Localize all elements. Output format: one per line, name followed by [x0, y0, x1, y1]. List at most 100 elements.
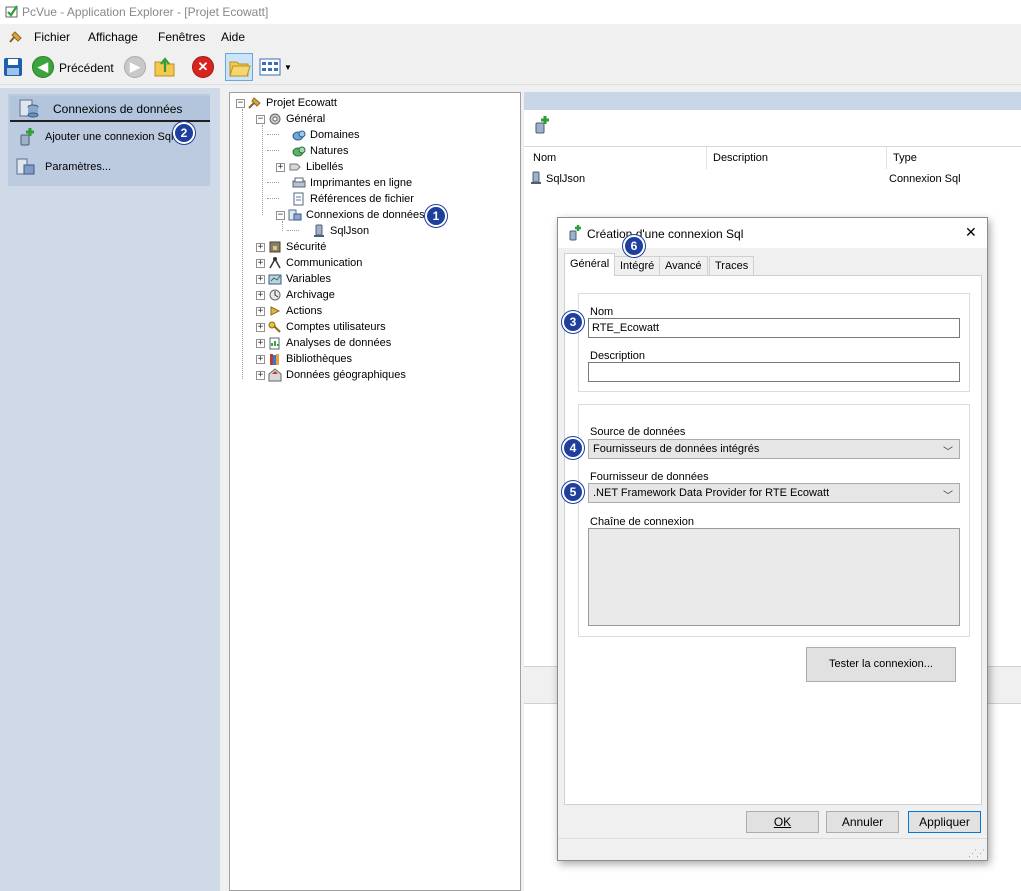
gear-icon — [269, 113, 281, 125]
tree-node-sqljson[interactable]: SqlJson — [312, 223, 369, 239]
tree-general-label: Général — [286, 113, 326, 125]
view-grid-icon[interactable] — [259, 58, 281, 76]
source-select[interactable]: Fournisseurs de données intégrés ﹀ — [588, 439, 960, 459]
menu-affichage[interactable]: Affichage — [88, 30, 138, 44]
column-header-description[interactable]: Description — [713, 152, 768, 164]
tab-integre[interactable]: Intégré — [614, 256, 661, 275]
nav-item-settings[interactable]: Paramètres... — [14, 156, 206, 178]
folder-up-icon[interactable] — [153, 56, 177, 78]
description-input[interactable] — [588, 362, 960, 382]
expand-icon[interactable]: + — [256, 242, 265, 252]
tree-node-archivage[interactable]: + Archivage — [256, 287, 335, 303]
collapse-icon[interactable]: − — [276, 210, 285, 220]
tree-node-natures[interactable]: Natures — [292, 143, 349, 159]
folders-toggle-button[interactable] — [225, 53, 253, 81]
add-connection-icon — [569, 225, 581, 241]
tree-node-communication[interactable]: + Communication — [256, 255, 362, 271]
tree-node-securite[interactable]: + Sécurité — [256, 239, 326, 255]
tree-node-root[interactable]: − Projet Ecowatt — [236, 95, 337, 111]
project-tree: − Projet Ecowatt − Général Domaines Natu… — [229, 92, 521, 891]
row-type: Connexion Sql — [889, 173, 961, 185]
geo-data-icon — [268, 368, 282, 382]
forward-arrow-icon[interactable]: ▶ — [124, 56, 146, 78]
nav-header: Connexions de données — [10, 96, 210, 122]
test-connection-button[interactable]: Tester la connexion... — [806, 647, 956, 682]
tree-node-connexions[interactable]: − Connexions de données — [276, 207, 425, 223]
list-header — [524, 146, 1021, 168]
communication-icon — [269, 257, 281, 269]
collapse-icon[interactable]: − — [256, 114, 265, 124]
connstring-label: Chaîne de connexion — [590, 516, 694, 528]
add-connection-icon[interactable] — [532, 115, 552, 135]
tree-node-references[interactable]: Références de fichier — [292, 191, 414, 207]
view-dropdown-arrow-icon[interactable]: ▼ — [284, 63, 292, 72]
expand-icon[interactable]: + — [276, 162, 285, 172]
expand-icon[interactable]: + — [256, 338, 265, 348]
tab-traces[interactable]: Traces — [709, 256, 755, 275]
name-input[interactable]: RTE_Ecowatt — [588, 318, 960, 338]
left-nav-pane: Connexions de données Ajouter une connex… — [0, 88, 220, 891]
tab-avance[interactable]: Avancé — [659, 256, 708, 275]
tree-node-domaines[interactable]: Domaines — [292, 127, 360, 143]
tree-node-comptes[interactable]: + Comptes utilisateurs — [256, 319, 386, 335]
column-header-type[interactable]: Type — [893, 152, 917, 164]
source-select-value: Fournisseurs de données intégrés — [593, 443, 760, 455]
save-icon[interactable] — [3, 57, 23, 77]
delete-icon[interactable]: ✕ — [192, 56, 214, 78]
file-reference-icon — [293, 192, 304, 206]
provider-label: Fournisseur de données — [590, 471, 709, 483]
cancel-button[interactable]: Annuler — [826, 811, 899, 833]
menu-fichier[interactable]: Fichier — [34, 30, 70, 44]
source-label: Source de données — [590, 426, 686, 438]
sql-connection-icon — [314, 224, 324, 237]
step-badge-5: 5 — [562, 481, 584, 503]
expand-icon[interactable]: + — [256, 258, 265, 268]
printer-icon — [292, 177, 306, 188]
resize-grip-icon[interactable]: ⋰⋰ — [968, 848, 985, 859]
apply-button[interactable]: Appliquer — [908, 811, 981, 833]
ok-button[interactable]: OK — [746, 811, 819, 833]
table-row[interactable]: SqlJson Connexion Sql — [524, 170, 1021, 188]
back-arrow-icon[interactable]: ◀ — [32, 56, 54, 78]
provider-select[interactable]: .NET Framework Data Provider for RTE Eco… — [588, 483, 960, 503]
settings-server-icon — [16, 158, 35, 175]
domains-icon — [292, 130, 306, 141]
security-icon — [269, 241, 281, 253]
close-icon[interactable]: ✕ — [965, 224, 977, 241]
detail-pane-header — [524, 92, 1021, 110]
tree-node-geographiques[interactable]: + Données géographiques — [256, 367, 406, 383]
project-icon — [248, 97, 261, 109]
column-header-name[interactable]: Nom — [533, 152, 556, 164]
tree-node-actions[interactable]: + Actions — [256, 303, 322, 319]
expand-icon[interactable]: + — [256, 306, 265, 316]
tree-node-bibliotheques[interactable]: + Bibliothèques — [256, 351, 352, 367]
menu-aide[interactable]: Aide — [221, 30, 245, 44]
step-badge-6: 6 — [623, 235, 645, 257]
chevron-down-icon: ﹀ — [943, 447, 953, 458]
collapse-icon[interactable]: − — [236, 98, 245, 108]
row-name: SqlJson — [546, 173, 586, 185]
expand-icon[interactable]: + — [256, 322, 265, 332]
chevron-down-icon: ﹀ — [943, 491, 953, 502]
menu-fenetres[interactable]: Fenêtres — [158, 30, 205, 44]
expand-icon[interactable]: + — [256, 290, 265, 300]
expand-icon[interactable]: + — [256, 370, 265, 380]
connstring-textarea[interactable] — [588, 528, 960, 626]
expand-icon[interactable]: + — [256, 274, 265, 284]
data-analysis-icon — [269, 337, 280, 350]
database-server-icon — [288, 209, 302, 221]
actions-icon — [270, 306, 281, 316]
folders-icon — [229, 61, 251, 77]
tab-general[interactable]: Général — [564, 253, 616, 276]
tree-node-libelles[interactable]: + Libellés — [276, 159, 343, 175]
window-titlebar: PcVue - Application Explorer - [Projet E… — [0, 0, 1021, 24]
tree-node-imprimantes[interactable]: Imprimantes en ligne — [292, 175, 412, 191]
back-button-label[interactable]: Précédent — [59, 61, 114, 75]
tree-node-variables[interactable]: + Variables — [256, 271, 331, 287]
nav-header-label: Connexions de données — [53, 102, 183, 116]
library-icon — [270, 354, 279, 365]
expand-icon[interactable]: + — [256, 354, 265, 364]
tree-node-general[interactable]: − Général — [256, 111, 325, 127]
tree-node-analyses[interactable]: + Analyses de données — [256, 335, 391, 351]
create-sql-connection-dialog: Création d'une connexion Sql ✕ Général I… — [557, 217, 988, 861]
